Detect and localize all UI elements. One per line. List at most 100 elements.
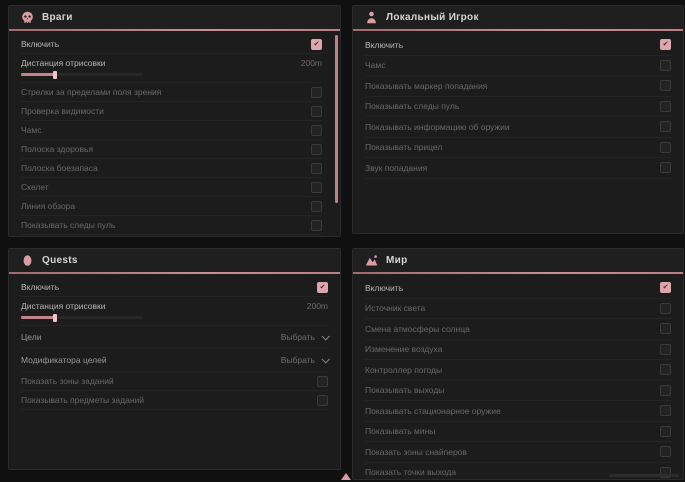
panel-local-player-header: Локальный Игрок [353, 6, 683, 29]
checkbox-unchecked[interactable] [311, 163, 322, 174]
setting-row-checkbox: Линия обзора [21, 197, 322, 216]
setting-label: Показывать информацию об оружии [365, 123, 510, 132]
setting-row-checkbox: Показывать прицел [365, 138, 671, 159]
setting-row-checkbox: Чамс [365, 56, 671, 77]
checkbox-checked[interactable]: ✔ [311, 39, 322, 50]
setting-row-checkbox: Смена атмосферы солнца [365, 319, 671, 340]
setting-label: Показывать следы пуль [21, 221, 115, 230]
checkbox-unchecked[interactable] [311, 87, 322, 98]
setting-row-checkbox: Показать зоны заданий [21, 372, 328, 391]
setting-label: Полоска боезапаса [21, 164, 98, 173]
setting-row-checkbox: Стрелки за пределами поля зрения [21, 83, 322, 102]
egg-icon [21, 254, 34, 267]
checkbox-checked[interactable]: ✔ [660, 39, 671, 50]
setting-label: Показывать прицел [365, 143, 442, 152]
setting-label: Показывать мины [365, 427, 435, 436]
checkbox-unchecked[interactable] [660, 364, 671, 375]
setting-label: Показать зоны заданий [21, 377, 114, 386]
checkbox-checked[interactable]: ✔ [660, 282, 671, 293]
checkbox-checked[interactable]: ✔ [317, 282, 328, 293]
setting-row-checkbox: Контроллер погоды [365, 360, 671, 381]
checkbox-unchecked[interactable] [317, 395, 328, 406]
setting-label: Включить [365, 284, 403, 293]
setting-label: Линия обзора [21, 202, 75, 211]
checkbox-unchecked[interactable] [311, 144, 322, 155]
slider-value: 200m [307, 301, 328, 311]
panel-title: Локальный Игрок [386, 12, 479, 23]
checkbox-unchecked[interactable] [660, 405, 671, 416]
setting-row-checkbox: Показывать маркер попадания [365, 76, 671, 97]
dropdown[interactable]: Выбрать [281, 355, 328, 365]
setting-label: Смена атмосферы солнца [365, 325, 470, 334]
setting-label: Полоска здоровья [21, 145, 93, 154]
setting-label: Показывать следы пуль [365, 102, 459, 111]
setting-row-checkbox: Скелет [21, 178, 322, 197]
slider[interactable] [21, 73, 143, 76]
checkbox-unchecked[interactable] [660, 60, 671, 71]
checkbox-unchecked[interactable] [660, 303, 671, 314]
setting-row-checkbox: Чамс [21, 121, 322, 140]
checkbox-unchecked[interactable] [311, 220, 322, 231]
slider-fill [21, 316, 55, 319]
horizontal-scrollbar[interactable] [609, 474, 679, 477]
slider-fill [21, 73, 55, 76]
setting-row-checkbox: Показывать стационарное оружие [365, 401, 671, 422]
panel-world-header: Мир [353, 249, 683, 272]
mountains-icon [365, 254, 378, 267]
checkbox-unchecked[interactable] [660, 101, 671, 112]
chevron-down-icon [321, 332, 329, 340]
setting-label: Звук попадания [365, 164, 427, 173]
setting-row-checkbox: Показывать информацию об оружии [365, 117, 671, 138]
setting-row-slider: Дистанция отрисовки 200m [21, 297, 328, 326]
checkbox-unchecked[interactable] [660, 385, 671, 396]
checkbox-unchecked[interactable] [660, 121, 671, 132]
checkbox-unchecked[interactable] [311, 106, 322, 117]
setting-row-checkbox: Проверка видимости [21, 102, 322, 121]
setting-label: Чамс [21, 126, 42, 135]
checkbox-unchecked[interactable] [660, 80, 671, 91]
setting-row-checkbox: Показывать следы пуль [21, 216, 322, 235]
panel-quests: Quests Включить✔Дистанция отрисовки200mЦ… [8, 248, 341, 470]
checkbox-unchecked[interactable] [660, 142, 671, 153]
setting-label: Дистанция отрисовки [21, 59, 106, 68]
slider[interactable] [21, 316, 143, 319]
checkbox-unchecked[interactable] [660, 426, 671, 437]
checkbox-unchecked[interactable] [660, 162, 671, 173]
panel-enemies-header: Враги [9, 6, 340, 29]
checkbox-unchecked[interactable] [660, 446, 671, 457]
slider-knob[interactable] [53, 71, 57, 79]
checkbox-unchecked[interactable] [311, 125, 322, 136]
setting-label: Изменение воздуха [365, 345, 442, 354]
setting-row-select: ЦелиВыбрать [21, 326, 328, 349]
setting-row-checkbox: Включить ✔ [365, 35, 671, 56]
dropdown[interactable]: Выбрать [281, 332, 328, 342]
setting-row-checkbox: Включить ✔ [365, 278, 671, 299]
setting-row-checkbox: Полоска здоровья [21, 140, 322, 159]
checkbox-unchecked[interactable] [660, 344, 671, 355]
setting-row-checkbox: Источник света [365, 299, 671, 320]
checkbox-unchecked[interactable] [317, 376, 328, 387]
vertical-scrollbar[interactable] [335, 35, 338, 203]
checkbox-unchecked[interactable] [311, 201, 322, 212]
slider-knob[interactable] [53, 314, 57, 322]
checkbox-unchecked[interactable] [660, 323, 671, 334]
panel-resize-grip[interactable] [341, 473, 351, 480]
chevron-down-icon [321, 355, 329, 363]
setting-row-slider: Дистанция отрисовки 200m [21, 54, 322, 83]
setting-label: Дистанция отрисовки [21, 302, 106, 311]
panel-local-player-body: Включить ✔ Чамс Показывать маркер попадания… [353, 31, 683, 179]
panel-local-player: Локальный Игрок Включить ✔ Чамс Показывать … [352, 5, 684, 234]
checkbox-unchecked[interactable] [311, 182, 322, 193]
setting-row-checkbox: Включить ✔ [21, 35, 322, 54]
setting-row-checkbox: Показать зоны снайперов [365, 442, 671, 463]
setting-row-checkbox: Включить✔ [21, 278, 328, 297]
setting-label: Показать точки выхода [365, 468, 456, 477]
setting-label: Включить [365, 41, 403, 50]
setting-label: Включить [21, 40, 59, 49]
panel-title: Враги [42, 12, 73, 23]
panel-enemies-body: Включить ✔ Дистанция отрисовки 200m Стрелки … [9, 31, 340, 235]
setting-label: Чамс [365, 61, 386, 70]
slider-value: 200m [301, 58, 322, 68]
panel-world: Мир Включить ✔ Источник света Смена атмосфе… [352, 248, 684, 480]
panel-quests-body: Включить✔ Дистанция отрисовки 200m ЦелиВыбр… [9, 274, 340, 410]
